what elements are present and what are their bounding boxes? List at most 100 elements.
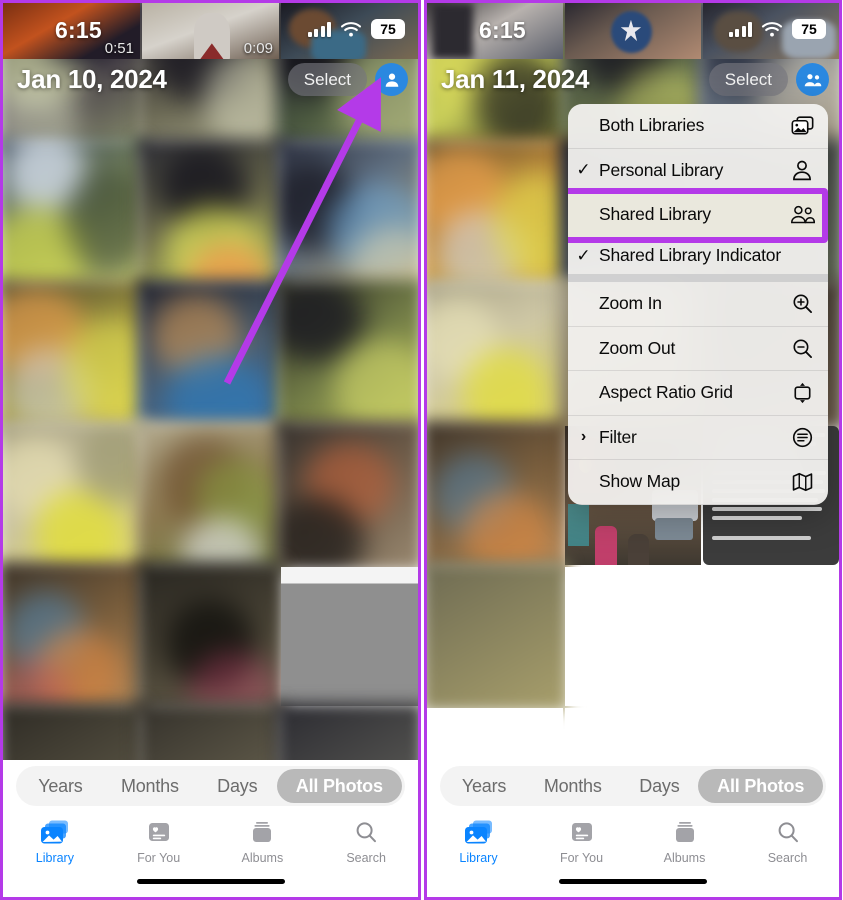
nav-bar: Jan 10, 2024 Select — [3, 59, 418, 103]
tab-search[interactable]: Search — [736, 814, 839, 876]
photo-grid[interactable] — [3, 3, 418, 853]
tab-library[interactable]: Library — [3, 814, 107, 876]
menu-item-aspect-ratio-grid[interactable]: Aspect Ratio Grid — [568, 371, 828, 416]
person-icon — [385, 73, 398, 87]
library-context-menu[interactable]: Both Libraries ✓ Personal Library Shared… — [568, 104, 828, 505]
segment-days[interactable]: Days — [620, 769, 698, 803]
select-button[interactable]: Select — [708, 63, 788, 96]
albums-book-icon — [249, 817, 275, 847]
menu-item-shared-library-indicator[interactable]: ✓ Shared Library Indicator — [568, 238, 828, 282]
avatar-button[interactable] — [796, 63, 829, 96]
segment-all-photos[interactable]: All Photos — [698, 769, 823, 803]
photo-thumbnail[interactable] — [136, 420, 285, 571]
checkmark-icon: ✓ — [576, 160, 591, 180]
photo-thumbnail[interactable] — [136, 561, 285, 712]
photo-thumbnail[interactable] — [281, 567, 418, 706]
video-duration-label: 0:09 — [243, 40, 273, 57]
page-title: Jan 11, 2024 — [441, 64, 590, 94]
segment-months[interactable]: Months — [102, 769, 198, 803]
photo-stack-icon — [464, 817, 494, 847]
bottom-bar: Years Months Days All Photos Library For… — [3, 760, 418, 897]
segment-days[interactable]: Days — [198, 769, 277, 803]
timeline-segmented-control[interactable]: Years Months Days All Photos — [440, 766, 826, 806]
map-icon — [789, 472, 815, 492]
menu-item-label: Filter — [599, 426, 637, 447]
tab-for-you[interactable]: For You — [530, 814, 633, 876]
tab-bar[interactable]: Library For You Albums Search — [3, 814, 418, 876]
aspect-ratio-icon — [789, 382, 815, 404]
segment-years[interactable]: Years — [19, 769, 102, 803]
menu-item-zoom-out[interactable]: Zoom Out — [568, 327, 828, 371]
photo-thumbnail[interactable] — [275, 279, 418, 430]
tab-label: Albums — [241, 851, 284, 865]
photo-thumbnail[interactable] — [427, 279, 569, 430]
checkmark-icon: ✓ — [576, 245, 591, 265]
tab-search[interactable]: Search — [314, 814, 418, 876]
menu-item-both-libraries[interactable]: Both Libraries — [568, 104, 828, 149]
photo-thumbnail[interactable] — [136, 138, 285, 289]
menu-item-label: Zoom Out — [599, 337, 676, 358]
photo-thumbnail-video[interactable]: 0:51 — [3, 3, 140, 59]
photo-thumbnail-video[interactable]: 0:09 — [142, 3, 279, 59]
photo-thumbnail[interactable] — [136, 279, 285, 430]
tab-label: Library — [459, 851, 498, 865]
photo-thumbnail[interactable] — [427, 3, 563, 59]
select-button[interactable]: Select — [287, 63, 367, 96]
menu-item-label: Personal Library — [599, 159, 724, 180]
phone-screenshot-left: 0:51 0:09 6:15 75 Jan 10, 2024 Select Ye… — [0, 0, 421, 900]
avatar-button[interactable] — [375, 63, 408, 96]
photo-thumbnail[interactable] — [281, 3, 418, 59]
timeline-segmented-control[interactable]: Years Months Days All Photos — [16, 766, 405, 806]
filter-lines-icon — [789, 427, 815, 448]
tab-library[interactable]: Library — [427, 814, 530, 876]
photo-thumbnail[interactable] — [427, 561, 569, 712]
photo-thumbnail[interactable] — [3, 279, 146, 430]
photo-thumbnail[interactable] — [3, 561, 146, 712]
menu-item-zoom-in[interactable]: Zoom In — [568, 282, 828, 327]
photo-thumbnail[interactable] — [275, 420, 418, 571]
tab-label: Search — [767, 851, 808, 865]
photo-thumbnail-empty — [565, 567, 701, 706]
tab-label: For You — [137, 851, 181, 865]
people-shared-icon — [789, 205, 815, 224]
tab-for-you[interactable]: For You — [107, 814, 211, 876]
photo-thumbnail[interactable] — [565, 3, 701, 59]
menu-item-label: Shared Library Indicator — [599, 245, 781, 266]
photo-thumbnail-empty — [703, 567, 839, 706]
menu-item-label: Show Map — [599, 471, 681, 492]
photo-grid-top-row[interactable]: 0:51 0:09 — [3, 3, 418, 59]
photo-thumbnail[interactable] — [427, 420, 569, 571]
magnifier-plus-icon — [789, 293, 815, 314]
segment-all-photos[interactable]: All Photos — [276, 769, 402, 803]
photo-thumbnail[interactable] — [703, 3, 839, 59]
menu-item-label: Both Libraries — [599, 115, 705, 136]
nav-actions: Select — [708, 63, 829, 96]
magnifier-minus-icon — [789, 338, 815, 359]
segment-months[interactable]: Months — [525, 769, 620, 803]
person-icon — [789, 160, 815, 181]
photo-thumbnail[interactable] — [3, 420, 146, 571]
albums-book-icon — [672, 817, 698, 847]
menu-item-show-map[interactable]: Show Map — [568, 460, 828, 505]
menu-item-filter[interactable]: › Filter — [568, 416, 828, 460]
segment-years[interactable]: Years — [443, 769, 525, 803]
tab-bar[interactable]: Library For You Albums Search — [427, 814, 839, 876]
menu-item-personal-library[interactable]: ✓ Personal Library — [568, 149, 828, 193]
phone-screenshot-right: 6:15 75 Jan 11, 2024 Select Both Librari… — [424, 0, 842, 900]
screenshot-stage: 0:51 0:09 6:15 75 Jan 10, 2024 Select Ye… — [0, 0, 843, 900]
photo-grid-top-row[interactable] — [427, 3, 839, 59]
photo-thumbnail[interactable] — [3, 138, 146, 289]
search-magnifier-icon — [353, 817, 379, 847]
tab-label: Albums — [663, 851, 706, 865]
tab-albums[interactable]: Albums — [633, 814, 736, 876]
photo-thumbnail[interactable] — [427, 138, 569, 289]
menu-item-shared-library[interactable]: Shared Library — [568, 193, 828, 238]
photo-thumbnail[interactable] — [275, 138, 418, 289]
tab-albums[interactable]: Albums — [211, 814, 315, 876]
menu-item-label: Zoom In — [599, 293, 662, 314]
both-libraries-photos-icon — [789, 116, 815, 135]
nav-bar: Jan 11, 2024 Select — [427, 59, 839, 103]
home-indicator — [136, 879, 285, 884]
nav-actions: Select — [287, 63, 408, 96]
menu-item-label: Shared Library — [599, 204, 711, 225]
